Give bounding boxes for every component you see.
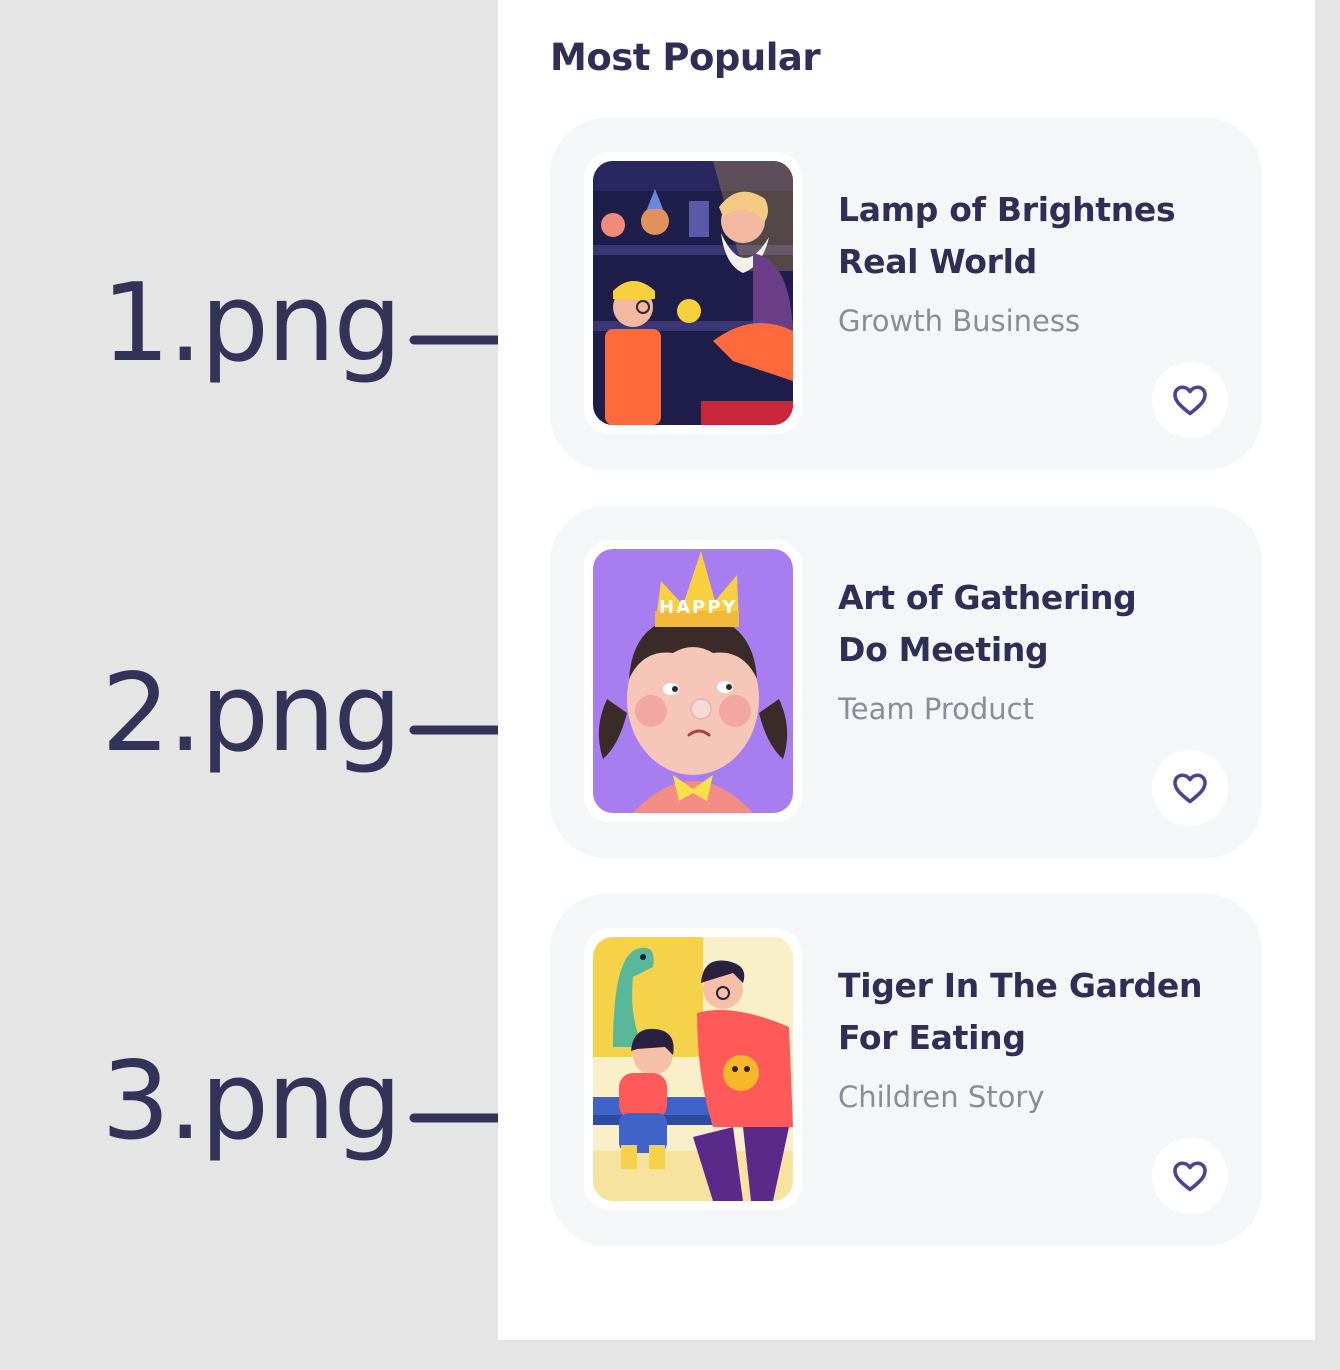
book-title[interactable]: Art of Gathering Do Meeting — [838, 572, 1238, 676]
annotation-2: 2.png — [0, 618, 560, 818]
book-title-line: Real World — [838, 242, 1037, 281]
heart-outline-icon — [1173, 1161, 1207, 1192]
book-title[interactable]: Tiger In The Garden For Eating — [838, 960, 1238, 1064]
book-cover-frame: HAPPY — [584, 540, 802, 822]
book-category: Children Story — [838, 1080, 1045, 1114]
book-card[interactable]: Tiger In The Garden For Eating Children … — [550, 894, 1262, 1246]
book-cover-image: HAPPY — [593, 549, 793, 813]
book-title-line: Do Meeting — [838, 630, 1049, 669]
favorite-button[interactable] — [1152, 1138, 1228, 1214]
book-cover-frame — [584, 152, 802, 434]
book-cover-image — [593, 161, 793, 425]
book-category: Growth Business — [838, 304, 1081, 338]
book-title[interactable]: Lamp of Brightnes Real World — [838, 184, 1238, 288]
most-popular-panel: Most Popular Lamp of Brightnes Real Worl… — [498, 0, 1315, 1340]
annotation-1: 1.png — [0, 228, 560, 428]
book-cover-frame — [584, 928, 802, 1210]
book-card[interactable]: Lamp of Brightnes Real World Growth Busi… — [550, 118, 1262, 470]
annotation-label: 3.png — [101, 1039, 402, 1164]
book-card[interactable]: HAPPY Art of Gathering Do Meeting Team P… — [550, 506, 1262, 858]
favorite-button[interactable] — [1152, 750, 1228, 826]
book-cover-image — [593, 937, 793, 1201]
book-title-line: For Eating — [838, 1018, 1026, 1057]
svg-text:HAPPY: HAPPY — [659, 597, 737, 618]
annotation-3: 3.png — [0, 1006, 560, 1206]
annotation-label: 2.png — [101, 651, 402, 776]
annotation-label: 1.png — [101, 261, 402, 386]
book-category: Team Product — [838, 692, 1034, 726]
book-title-line: Tiger In The Garden — [838, 966, 1203, 1005]
book-title-line: Lamp of Brightnes — [838, 190, 1176, 229]
section-title: Most Popular — [550, 36, 821, 79]
favorite-button[interactable] — [1152, 362, 1228, 438]
heart-outline-icon — [1173, 773, 1207, 804]
heart-outline-icon — [1173, 385, 1207, 416]
book-title-line: Art of Gathering — [838, 578, 1137, 617]
